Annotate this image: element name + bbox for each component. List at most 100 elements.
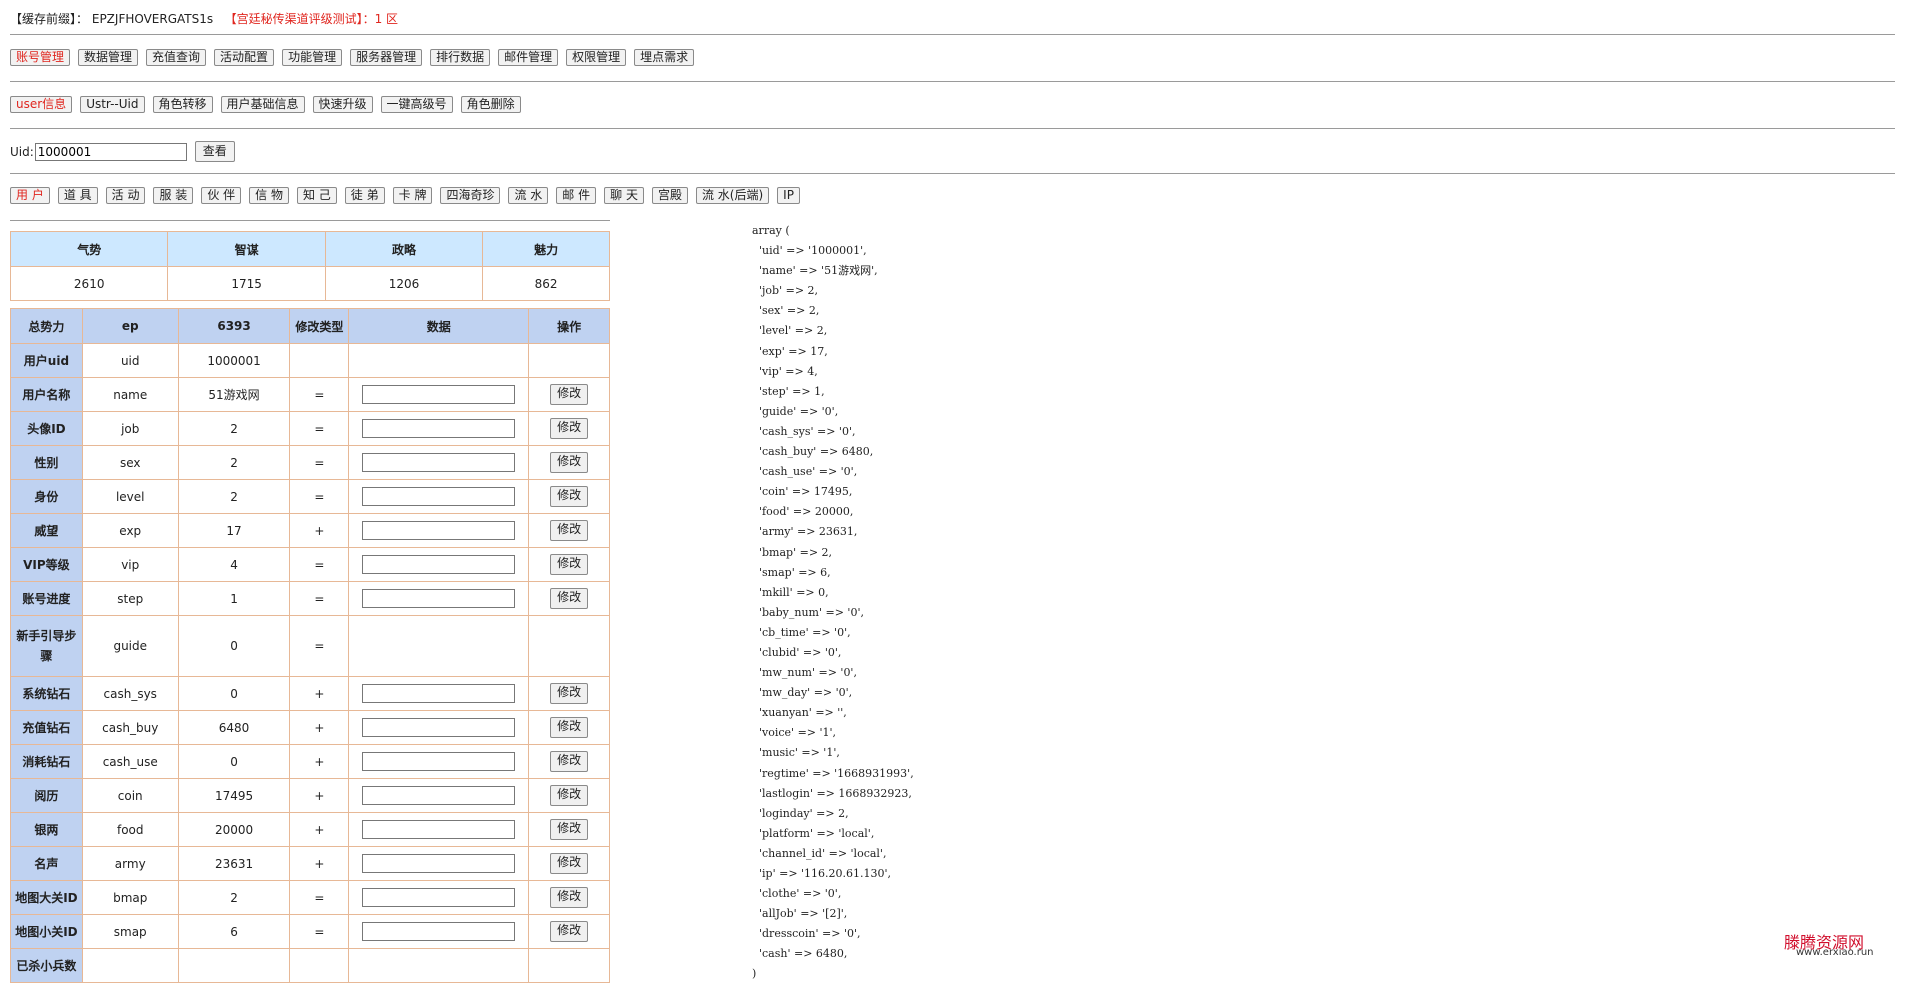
nav-sub-button[interactable]: 角色删除 — [460, 96, 521, 113]
field-data-input[interactable] — [362, 888, 516, 907]
field-key: army — [81, 846, 179, 881]
data-tab[interactable]: 聊 天 — [604, 187, 644, 204]
field-data-input[interactable] — [362, 684, 516, 703]
modify-button[interactable]: 修改 — [550, 887, 589, 908]
data-tab[interactable]: 服 装 — [153, 187, 194, 204]
field-action-cell: 修改 — [528, 812, 610, 847]
uid-input[interactable] — [34, 142, 187, 161]
modify-button[interactable]: 修改 — [550, 418, 589, 439]
stat-value: 2610 — [9, 266, 169, 301]
table-row: 性别 sex 2 = 修改 — [10, 445, 610, 480]
nav-main-button[interactable]: 排行数据 — [430, 49, 491, 66]
data-tab[interactable]: 信 物 — [249, 187, 289, 204]
nav-main-button[interactable]: 服务器管理 — [350, 49, 423, 66]
field-data-input[interactable] — [362, 487, 516, 506]
field-data-input[interactable] — [362, 718, 516, 737]
field-key: cash_buy — [81, 710, 179, 745]
table-row: 用户uid uid 1000001 — [10, 343, 610, 378]
field-data-cell — [348, 547, 530, 582]
table-row: 头像ID job 2 = 修改 — [10, 411, 610, 446]
field-data-input[interactable] — [362, 752, 516, 771]
server-name: 【宫廷秘传渠道评级测试】 — [224, 12, 363, 26]
field-action-cell: 修改 — [528, 880, 610, 915]
nav-sub-button[interactable]: 角色转移 — [152, 96, 213, 113]
field-value: 2 — [177, 479, 291, 514]
field-op: = — [289, 479, 350, 514]
modify-button[interactable]: 修改 — [550, 588, 589, 609]
field-data-input[interactable] — [362, 385, 516, 404]
data-tab[interactable]: 伙 伴 — [201, 187, 242, 204]
field-value: 0 — [177, 676, 291, 711]
data-tab[interactable]: 道 具 — [57, 187, 98, 204]
data-tab[interactable]: 知 己 — [296, 187, 337, 204]
modify-button[interactable]: 修改 — [550, 921, 589, 942]
field-data-input[interactable] — [362, 820, 516, 839]
table-header: 修改类型 — [289, 308, 350, 344]
field-data-input[interactable] — [362, 453, 516, 472]
field-action-cell: 修改 — [528, 778, 610, 813]
nav-main-button[interactable]: 充值查询 — [146, 49, 207, 66]
dump-line: 'name' => '51游戏网', — [752, 264, 878, 278]
table-row: 身份 level 2 = 修改 — [10, 479, 610, 514]
nav-main-button[interactable]: 埋点需求 — [634, 49, 695, 66]
stat-header: 智谋 — [167, 231, 326, 267]
modify-button[interactable]: 修改 — [550, 853, 589, 874]
nav-main-button[interactable]: 数据管理 — [78, 49, 139, 66]
field-key: cash_use — [81, 744, 179, 779]
field-data-input[interactable] — [362, 589, 516, 608]
table-row: 名声 army 23631 + 修改 — [10, 846, 610, 881]
modify-button[interactable]: 修改 — [550, 683, 589, 704]
table-row: 地图大关ID bmap 2 = 修改 — [10, 880, 610, 915]
modify-button[interactable]: 修改 — [550, 819, 589, 840]
dump-line: 'vip' => 4, — [752, 364, 818, 378]
field-data-input[interactable] — [362, 854, 516, 873]
field-data-input[interactable] — [362, 786, 516, 805]
data-tab[interactable]: IP — [777, 187, 800, 204]
nav-sub-button[interactable]: user信息 — [10, 96, 73, 113]
modify-button[interactable]: 修改 — [550, 554, 589, 575]
field-data-input[interactable] — [362, 555, 516, 574]
modify-button[interactable]: 修改 — [550, 384, 589, 405]
dump-line: 'exp' => 17, — [752, 344, 828, 358]
data-tabs: 用 户道 具活 动服 装伙 伴信 物知 己徒 弟卡 牌四海奇珍流 水邮 件聊 天… — [10, 187, 800, 204]
nav-sub-button[interactable]: 用户基础信息 — [220, 96, 305, 113]
data-tab[interactable]: 邮 件 — [556, 187, 597, 204]
field-data-input[interactable] — [362, 419, 516, 438]
user-array-dump: array ( 'uid' => '1000001', 'name' => '5… — [752, 221, 914, 985]
field-data-cell — [348, 914, 530, 949]
tab-underline — [10, 220, 610, 221]
modify-button[interactable]: 修改 — [550, 486, 589, 507]
data-tab[interactable]: 流 水(后端) — [695, 187, 770, 204]
data-tab[interactable]: 流 水 — [508, 187, 549, 204]
nav-sub-button[interactable]: 一键高级号 — [380, 96, 453, 113]
data-tab[interactable]: 活 动 — [105, 187, 146, 204]
data-tab[interactable]: 徒 弟 — [344, 187, 385, 204]
nav-main-button[interactable]: 权限管理 — [566, 49, 627, 66]
nav-main-button[interactable]: 活动配置 — [214, 49, 275, 66]
modify-button[interactable]: 修改 — [550, 520, 589, 541]
modify-button[interactable]: 修改 — [550, 452, 589, 473]
modify-button[interactable]: 修改 — [550, 751, 589, 772]
field-data-input[interactable] — [362, 922, 516, 941]
nav-sub-button[interactable]: 快速升级 — [312, 96, 373, 113]
field-action-cell: 修改 — [528, 445, 610, 480]
field-data-cell — [348, 744, 530, 779]
data-tab[interactable]: 用 户 — [10, 187, 50, 204]
data-tab[interactable]: 四海奇珍 — [440, 187, 501, 204]
field-data-cell — [348, 445, 530, 480]
field-key: food — [81, 812, 179, 847]
nav-main-button[interactable]: 邮件管理 — [498, 49, 559, 66]
field-op: + — [289, 846, 350, 881]
stat-header: 魅力 — [482, 231, 610, 267]
field-key: step — [81, 581, 179, 616]
nav-main-button[interactable]: 功能管理 — [282, 49, 343, 66]
field-action-cell: 修改 — [528, 377, 610, 412]
field-data-input[interactable] — [362, 521, 516, 540]
data-tab[interactable]: 宫殿 — [651, 187, 688, 204]
nav-main-button[interactable]: 账号管理 — [10, 49, 71, 66]
modify-button[interactable]: 修改 — [550, 785, 589, 806]
nav-sub-button[interactable]: Ustr--Uid — [80, 96, 145, 113]
data-tab[interactable]: 卡 牌 — [392, 187, 433, 204]
modify-button[interactable]: 修改 — [550, 717, 589, 738]
view-button[interactable]: 查看 — [194, 141, 235, 162]
